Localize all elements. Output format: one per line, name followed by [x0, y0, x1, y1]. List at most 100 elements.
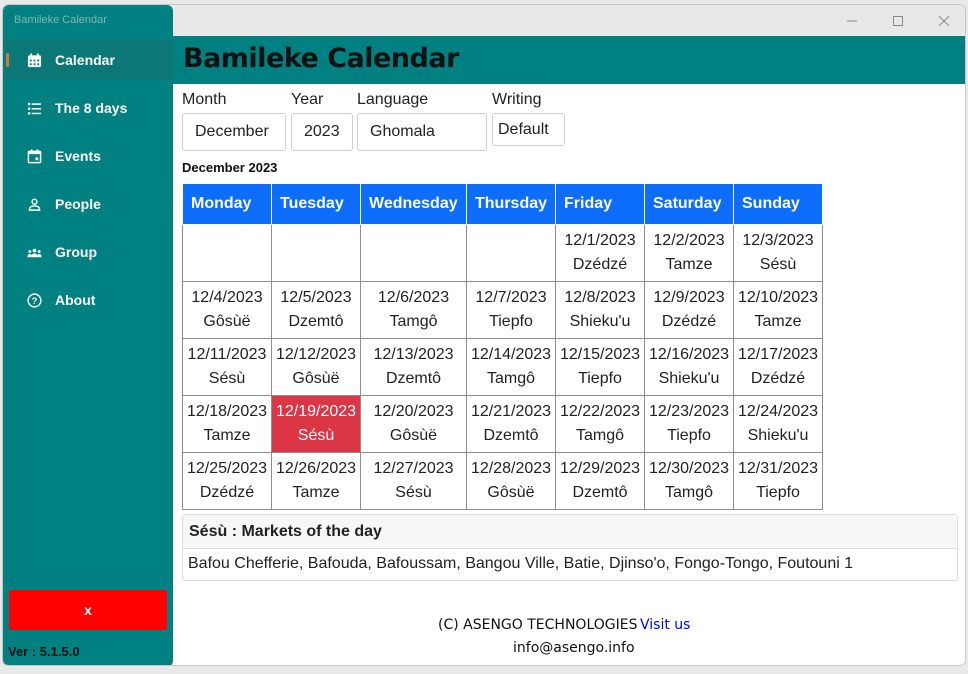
day-cell[interactable]: 12/19/2023 Sésù	[271, 395, 361, 453]
minimize-icon	[847, 20, 857, 22]
minimize-button[interactable]	[829, 5, 875, 37]
empty-day-cell	[360, 224, 467, 282]
calendar-table: Monday Tuesday Wednesday Thursday Friday Satu…	[182, 183, 823, 510]
day-date: 12/28/2023	[470, 460, 552, 477]
day-header-saturday: Saturday	[644, 183, 734, 225]
sidebar-item-group[interactable]: Group	[3, 232, 173, 272]
language-label: Language	[357, 91, 429, 108]
year-select[interactable]: 2023	[291, 113, 353, 151]
day-cell[interactable]: 12/13/2023 Dzemtô	[360, 338, 467, 396]
day-market-name: Tamgô	[486, 370, 536, 387]
sidebar-item-events[interactable]: Events	[3, 136, 173, 176]
sidebar-item-label: About	[55, 292, 96, 308]
day-cell[interactable]: 12/14/2023 Tamgô	[466, 338, 556, 396]
day-header-wednesday: Wednesday	[360, 183, 467, 225]
day-cell[interactable]: 12/12/2023 Gôsùë	[271, 338, 361, 396]
day-date: 12/18/2023	[186, 403, 268, 420]
day-cell[interactable]: 12/9/2023 Dzédzé	[644, 281, 734, 339]
sidebar-item-calendar[interactable]: Calendar	[3, 40, 173, 80]
day-date: 12/5/2023	[280, 289, 352, 306]
day-market-name: Tamze	[665, 256, 713, 273]
language-select[interactable]: Ghomala	[357, 113, 487, 151]
day-cell[interactable]: 12/4/2023 Gôsùë	[182, 281, 272, 339]
day-cell[interactable]: 12/25/2023 Dzédzé	[182, 452, 272, 510]
day-date: 12/25/2023	[186, 460, 268, 477]
version-label: Ver : 5.1.5.0	[8, 644, 80, 659]
day-cell[interactable]: 12/28/2023 Gôsùë	[466, 452, 556, 510]
calendar-event-icon	[26, 148, 42, 164]
day-date: 12/13/2023	[373, 346, 454, 363]
calendar-week-row: 12/18/2023 Tamze 12/19/2023 Sésù 12/20/2023 G…	[182, 395, 823, 453]
day-cell[interactable]: 12/6/2023 Tamgô	[360, 281, 467, 339]
day-date: 12/26/2023	[275, 460, 357, 477]
day-cell[interactable]: 12/8/2023 Shieku'u	[555, 281, 645, 339]
copyright-text: (C) ASENGO TECHNOLOGIES	[438, 617, 638, 633]
day-cell[interactable]: 12/11/2023 Sésù	[182, 338, 272, 396]
close-icon	[939, 16, 949, 26]
day-header-friday: Friday	[555, 183, 645, 225]
markets-panel: Sésù : Markets of the day Bafou Chefferi…	[182, 514, 958, 581]
sidebar-item-about[interactable]: ? About	[3, 280, 173, 320]
day-cell[interactable]: 12/31/2023 Tiepfo	[733, 452, 823, 510]
empty-day-cell	[182, 224, 272, 282]
day-cell[interactable]: 12/20/2023 Gôsùë	[360, 395, 467, 453]
sidebar-item-label: Calendar	[55, 52, 115, 68]
day-market-name: Dzemtô	[483, 427, 539, 444]
day-cell[interactable]: 12/5/2023 Dzemtô	[271, 281, 361, 339]
day-date: 12/17/2023	[737, 346, 819, 363]
empty-day-cell	[466, 224, 556, 282]
day-cell[interactable]: 12/23/2023 Tiepfo	[644, 395, 734, 453]
maximize-button[interactable]	[875, 5, 921, 37]
day-date: 12/19/2023	[275, 403, 357, 420]
sidebar-item-people[interactable]: People	[3, 184, 173, 224]
day-cell[interactable]: 12/10/2023 Tamze	[733, 281, 823, 339]
day-cell[interactable]: 12/3/2023 Sésù	[733, 224, 823, 282]
day-date: 12/24/2023	[737, 403, 819, 420]
day-cell[interactable]: 12/27/2023 Sésù	[360, 452, 467, 510]
close-window-button[interactable]	[921, 5, 965, 37]
day-market-name: Shieku'u	[747, 427, 809, 444]
day-date: 12/27/2023	[373, 460, 454, 477]
app-window: Bamileke Calendar Calendar The 8 days Ev…	[2, 4, 966, 666]
day-cell[interactable]: 12/1/2023 Dzédzé	[555, 224, 645, 282]
calendar-week-row: 12/11/2023 Sésù 12/12/2023 Gôsùë 12/13/2023 D…	[182, 338, 823, 396]
day-cell[interactable]: 12/21/2023 Dzemtô	[466, 395, 556, 453]
day-date: 12/20/2023	[373, 403, 454, 420]
day-date: 12/3/2023	[742, 232, 814, 249]
exit-button[interactable]: x	[9, 590, 167, 630]
page-title: Bamileke Calendar	[183, 43, 459, 74]
question-circle-icon: ?	[26, 292, 42, 308]
day-cell[interactable]: 12/26/2023 Tamze	[271, 452, 361, 510]
day-market-name: Gôsùë	[487, 484, 535, 501]
day-date: 12/31/2023	[737, 460, 819, 477]
sidebar-item-8-days[interactable]: The 8 days	[3, 88, 173, 128]
writing-select[interactable]: Default	[492, 113, 565, 146]
sidebar: Bamileke Calendar Calendar The 8 days Ev…	[3, 5, 173, 665]
day-market-name: Dzédzé	[199, 484, 255, 501]
day-date: 12/4/2023	[191, 289, 263, 306]
day-cell[interactable]: 12/17/2023 Dzédzé	[733, 338, 823, 396]
day-cell[interactable]: 12/16/2023 Shieku'u	[644, 338, 734, 396]
maximize-icon	[893, 16, 903, 26]
day-cell[interactable]: 12/22/2023 Tamgô	[555, 395, 645, 453]
writing-label: Writing	[492, 91, 542, 108]
day-date: 12/6/2023	[377, 289, 450, 306]
day-cell[interactable]: 12/2/2023 Tamze	[644, 224, 734, 282]
day-cell[interactable]: 12/24/2023 Shieku'u	[733, 395, 823, 453]
day-market-name: Sésù	[208, 370, 246, 387]
sidebar-item-label: Group	[55, 244, 97, 260]
day-market-name: Gôsùë	[203, 313, 251, 330]
day-date: 12/14/2023	[470, 346, 552, 363]
month-label: Month	[182, 91, 227, 108]
day-cell[interactable]: 12/7/2023 Tiepfo	[466, 281, 556, 339]
month-select[interactable]: December	[182, 113, 286, 151]
day-market-name: Tiepfo	[756, 484, 800, 501]
day-market-name: Shieku'u	[658, 370, 720, 387]
visit-us-link[interactable]: Visit us	[640, 617, 690, 633]
day-market-name: Dzédzé	[750, 370, 806, 387]
day-cell[interactable]: 12/15/2023 Tiepfo	[555, 338, 645, 396]
day-cell[interactable]: 12/18/2023 Tamze	[182, 395, 272, 453]
day-cell[interactable]: 12/29/2023 Dzemtô	[555, 452, 645, 510]
day-cell[interactable]: 12/30/2023 Tamgô	[644, 452, 734, 510]
calendar-header-row: Monday Tuesday Wednesday Thursday Friday Satu…	[182, 183, 823, 225]
